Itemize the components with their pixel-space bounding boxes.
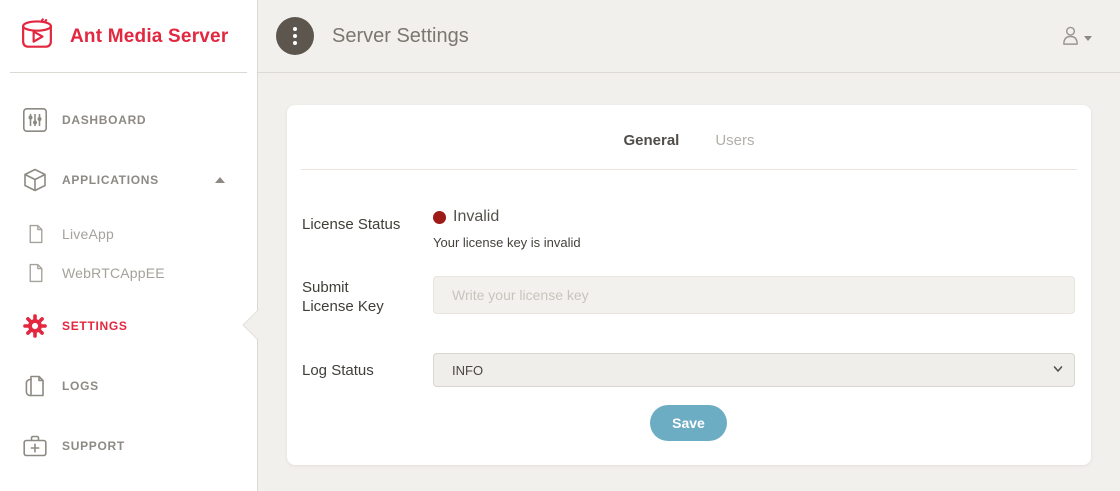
chevron-down-icon <box>1084 36 1092 41</box>
main-area: Server Settings General Users License St… <box>258 0 1120 491</box>
license-status-row: License Status Invalid Your license key … <box>302 208 1075 250</box>
ellipsis-dot <box>293 27 297 31</box>
sidebar-item-webrtcappee[interactable]: WebRTCAppEE <box>0 258 257 288</box>
brand-name: Ant Media Server <box>70 26 228 48</box>
sidebar-item-applications[interactable]: APPLICATIONS <box>0 160 257 200</box>
sidebar-item-dashboard[interactable]: DASHBOARD <box>0 100 257 140</box>
top-bar: Server Settings <box>258 0 1120 73</box>
submit-license-row: Submit License Key <box>302 276 1075 316</box>
sidebar-item-liveapp[interactable]: LiveApp <box>0 219 257 249</box>
status-text: Invalid <box>453 208 499 226</box>
page-title: Server Settings <box>332 25 469 48</box>
save-row: Save <box>302 405 1075 441</box>
sidebar-item-label: SETTINGS <box>62 319 128 333</box>
log-status-label: Log Status <box>302 361 433 380</box>
ellipsis-dot <box>293 41 297 45</box>
license-status-label: License Status <box>302 208 433 234</box>
log-status-row: Log Status INFO <box>302 353 1075 387</box>
sidebar-item-settings[interactable]: SETTINGS <box>0 306 257 346</box>
sidebar-item-label: WebRTCAppEE <box>62 265 165 281</box>
sidebar-item-logs[interactable]: LOGS <box>0 366 257 406</box>
tab-users[interactable]: Users <box>713 132 756 149</box>
sidebar-item-label: APPLICATIONS <box>62 173 159 187</box>
logs-icon <box>22 373 48 399</box>
sidebar: Ant Media Server DASHBOARD <box>0 0 258 491</box>
sidebar-item-label: LOGS <box>62 379 99 393</box>
sidebar-item-label: SUPPORT <box>62 439 125 453</box>
dashboard-icon <box>22 107 48 133</box>
status-dot-icon <box>433 211 446 224</box>
save-button[interactable]: Save <box>650 405 727 441</box>
file-icon <box>28 224 44 244</box>
settings-tabs: General Users <box>287 105 1091 149</box>
support-icon <box>22 434 48 458</box>
ant-media-logo-icon <box>16 18 58 56</box>
submit-license-label: Submit License Key <box>302 276 433 316</box>
sidebar-item-label: DASHBOARD <box>62 113 146 127</box>
collapse-caret-icon <box>215 177 225 183</box>
menu-dots-button[interactable] <box>276 17 314 55</box>
server-settings-card: General Users License Status Invalid You… <box>287 105 1091 465</box>
tab-general[interactable]: General <box>621 132 681 149</box>
settings-form: License Status Invalid Your license key … <box>287 170 1091 441</box>
sidebar-divider <box>10 72 247 73</box>
brand-logo-row[interactable]: Ant Media Server <box>0 0 257 72</box>
log-level-select[interactable]: INFO <box>433 353 1075 387</box>
license-key-input[interactable] <box>433 276 1075 314</box>
sidebar-nav: DASHBOARD APPLICATIONS LiveApp <box>0 100 257 466</box>
ellipsis-dot <box>293 34 297 38</box>
license-status-message: Your license key is invalid <box>433 235 1075 250</box>
user-icon <box>1060 25 1081 47</box>
file-icon <box>28 263 44 283</box>
user-menu-button[interactable] <box>1060 25 1092 47</box>
gear-icon <box>22 311 48 341</box>
sidebar-item-label: LiveApp <box>62 226 114 242</box>
sidebar-item-support[interactable]: SUPPORT <box>0 426 257 466</box>
license-status-value: Invalid <box>433 208 1075 226</box>
applications-icon <box>22 167 48 193</box>
